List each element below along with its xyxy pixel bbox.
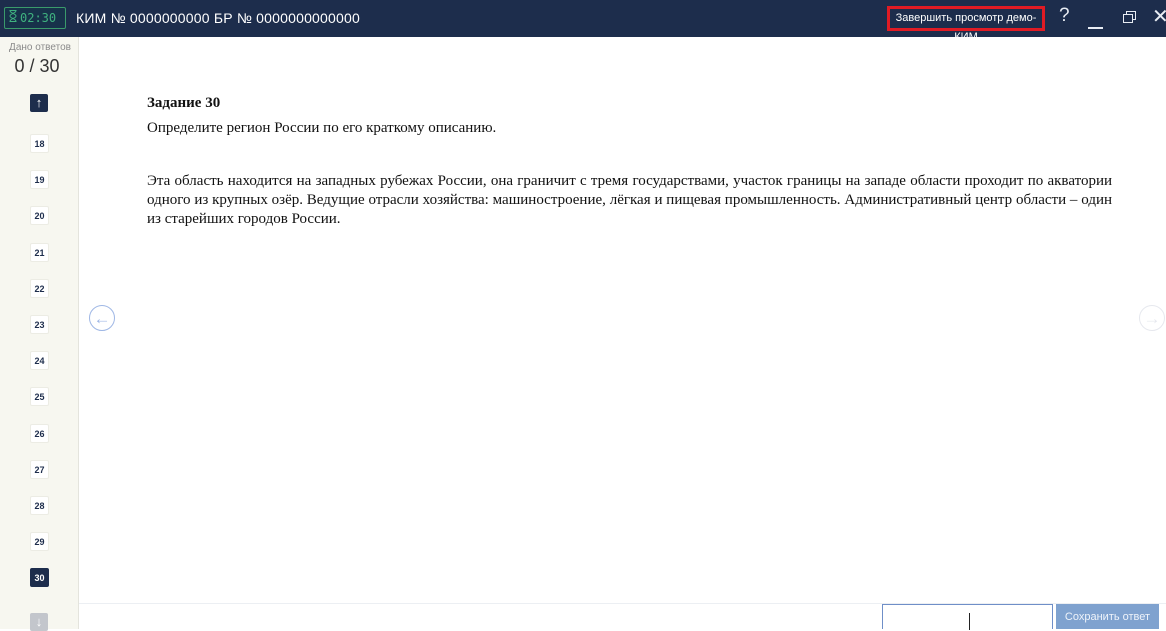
previous-task-button[interactable]: ←: [89, 305, 115, 331]
question-number-23[interactable]: 23: [30, 315, 49, 334]
question-number-29[interactable]: 29: [30, 532, 49, 552]
help-icon[interactable]: ?: [1059, 5, 1070, 27]
task-title: Задание 30: [147, 95, 221, 111]
question-number-26[interactable]: 26: [30, 423, 49, 443]
question-number-21[interactable]: 21: [30, 242, 49, 262]
top-bar: 02:30 КИМ № 0000000000 БР № 000000000000…: [0, 0, 1166, 43]
minimize-icon[interactable]: [1088, 27, 1103, 29]
restore-window-icon[interactable]: [1123, 11, 1136, 23]
question-number-30[interactable]: 30: [30, 568, 49, 588]
hourglass-icon: [9, 8, 17, 28]
answers-given-count: 0 / 30: [14, 56, 60, 76]
task-description: Эта область находится на западных рубежа…: [147, 173, 1112, 227]
question-number-20[interactable]: 20: [30, 206, 49, 226]
question-number-18[interactable]: 18: [30, 134, 49, 153]
question-number-24[interactable]: 24: [30, 351, 49, 371]
answer-input[interactable]: [882, 604, 1053, 630]
question-number-27[interactable]: 27: [30, 459, 49, 479]
question-number-28[interactable]: 28: [30, 496, 49, 515]
answers-given-label: Дано ответов: [9, 42, 71, 53]
timer: 02:30: [4, 7, 66, 29]
question-number-19[interactable]: 19: [30, 170, 49, 190]
scroll-up-button[interactable]: ↑: [30, 94, 48, 112]
close-icon[interactable]: ✕: [1152, 7, 1166, 27]
task-prompt: Определите регион России по его краткому…: [147, 120, 497, 136]
question-number-22[interactable]: 22: [30, 278, 49, 298]
timer-value: 02:30: [20, 11, 57, 25]
question-sidebar: Дано ответов 0 / 30 ↑ 18 19 20 21 22 23 24 25 26…: [0, 37, 79, 631]
save-answer-button[interactable]: Сохранить ответ: [1056, 604, 1159, 629]
finish-demo-button[interactable]: Завершить просмотр демо-КИМ: [887, 6, 1045, 43]
kim-title: КИМ № 0000000000 БР № 0000000000000: [76, 10, 360, 26]
scroll-down-button[interactable]: ↓: [30, 613, 48, 631]
text-caret: [969, 613, 970, 630]
next-task-button[interactable]: →: [1139, 305, 1165, 331]
question-number-25[interactable]: 25: [30, 387, 49, 407]
